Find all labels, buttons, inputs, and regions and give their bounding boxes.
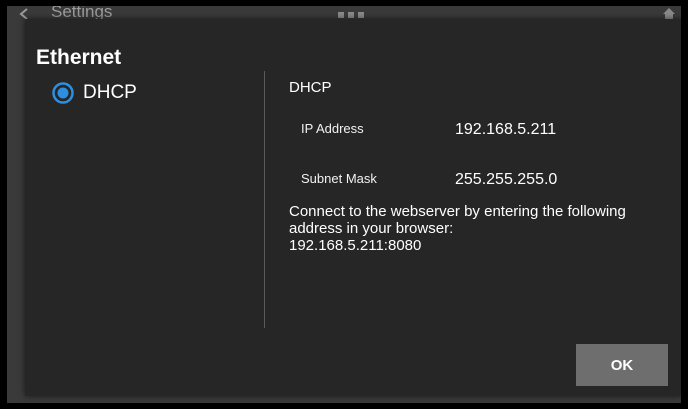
subnet-mask-label: Subnet Mask <box>301 171 377 186</box>
ok-button[interactable]: OK <box>576 344 668 386</box>
settings-screen: Settings Ethernet DHCP DHCP IP Address 1… <box>7 6 681 403</box>
instruction-line: address in your browser: <box>289 220 454 237</box>
ip-address-value: 192.168.5.211 <box>455 121 557 138</box>
dialog-title: Ethernet <box>36 46 122 69</box>
radio-label: DHCP <box>83 82 137 103</box>
ethernet-dialog: Ethernet DHCP DHCP IP Address 192.168.5.… <box>25 19 681 396</box>
radio-option-dhcp[interactable]: DHCP <box>52 80 137 106</box>
ip-address-label: IP Address <box>301 121 364 136</box>
webserver-instructions: Connect to the webserver by entering the… <box>289 203 669 254</box>
app-bar: Settings <box>7 6 681 21</box>
vertical-divider <box>264 71 265 328</box>
webserver-address: 192.168.5.211:8080 <box>289 237 422 254</box>
subnet-mask-value: 255.255.255.0 <box>455 171 558 188</box>
dots-icon[interactable] <box>338 12 366 18</box>
detail-heading: DHCP <box>289 79 332 96</box>
radio-selected-icon[interactable] <box>52 82 74 104</box>
instruction-line: Connect to the webserver by entering the… <box>289 203 626 220</box>
